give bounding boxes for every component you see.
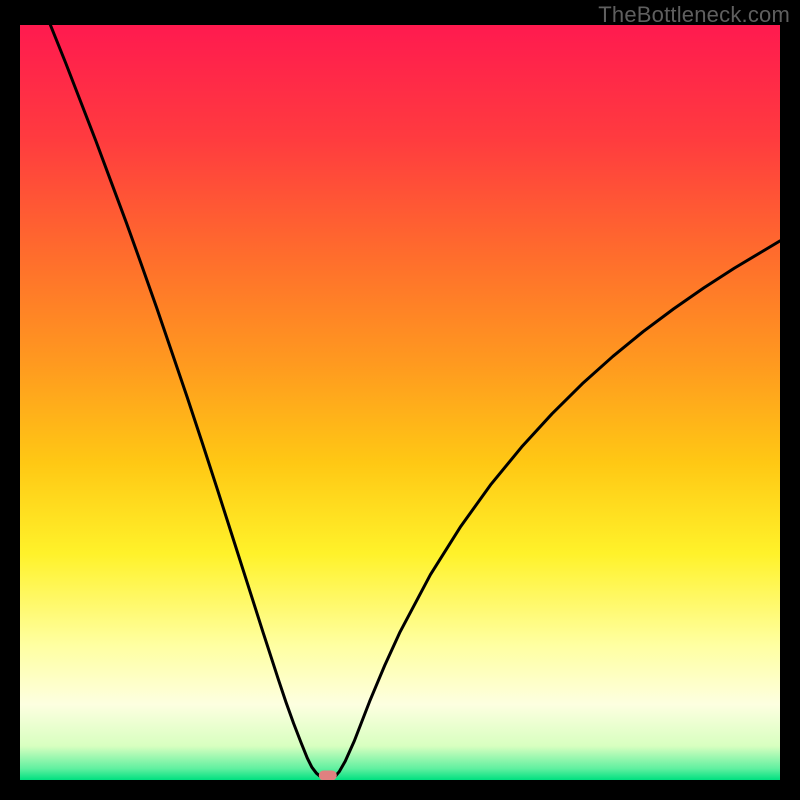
chart-frame: TheBottleneck.com bbox=[0, 0, 800, 800]
minimum-marker bbox=[319, 770, 337, 780]
plot-area bbox=[20, 25, 780, 780]
gradient-background bbox=[20, 25, 780, 780]
bottleneck-chart bbox=[20, 25, 780, 780]
watermark-text: TheBottleneck.com bbox=[598, 2, 790, 28]
